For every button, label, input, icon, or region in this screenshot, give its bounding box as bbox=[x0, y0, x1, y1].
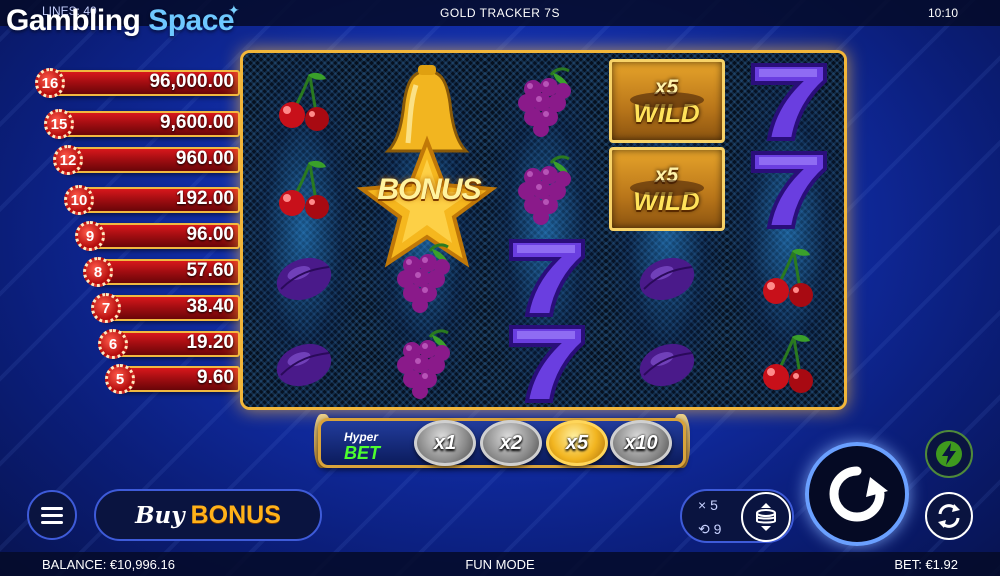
paytable-count-chip: 9 bbox=[75, 221, 105, 251]
paytable-row: 10 192.00 bbox=[64, 185, 240, 215]
bet-settings-button[interactable] bbox=[741, 492, 791, 542]
cherry-symbol bbox=[243, 145, 364, 233]
paytable-amount: 96.00 bbox=[186, 224, 234, 245]
paytable-row: 7 38.40 bbox=[91, 293, 240, 323]
clock: 10:10 bbox=[927, 6, 958, 20]
bonus-label: BONUS bbox=[377, 173, 481, 206]
seven-symbol bbox=[727, 145, 844, 233]
turbo-button[interactable] bbox=[925, 430, 973, 478]
hyper-bet-logo-line1: Hyper bbox=[344, 430, 379, 444]
plum-symbol bbox=[243, 233, 364, 321]
paytable-row: 15 9,600.00 bbox=[44, 109, 240, 139]
brand-name-part2: Space bbox=[148, 4, 235, 37]
hyper-bet-x10-button[interactable]: x10 bbox=[610, 420, 672, 466]
buy-bonus-button[interactable]: Buy BONUS bbox=[94, 489, 322, 541]
spin-icon bbox=[829, 466, 888, 522]
coin-value: 9 bbox=[713, 521, 722, 537]
grapes-symbol bbox=[485, 57, 606, 145]
coin-stack-icon bbox=[756, 503, 776, 531]
paytable-count-chip: 15 bbox=[44, 109, 74, 139]
paytable-count-chip: 6 bbox=[98, 329, 128, 359]
paytable-row: 9 96.00 bbox=[75, 221, 240, 251]
bonus-label: BONUS bbox=[190, 500, 281, 529]
paytable-row: 6 19.20 bbox=[98, 329, 240, 359]
cherry-symbol bbox=[727, 233, 844, 321]
paytable-count-chip: 5 bbox=[105, 364, 135, 394]
brand-name-part1: Gambling bbox=[6, 4, 141, 37]
paytable-amount: 9.60 bbox=[197, 367, 234, 388]
sparkle-icon: ✦ bbox=[228, 2, 240, 18]
mode-readout: FUN MODE bbox=[465, 557, 535, 572]
coin-readout: ⟲ 9 bbox=[698, 521, 722, 537]
seven-symbol bbox=[485, 233, 606, 321]
paytable-count-chip: 16 bbox=[35, 68, 65, 98]
paytable-row: 16 96,000.00 bbox=[35, 68, 240, 98]
paytable-count-chip: 8 bbox=[83, 257, 113, 287]
paytable-row: 8 57.60 bbox=[83, 257, 240, 287]
paytable-amount: 38.40 bbox=[186, 296, 234, 317]
hyper-bet-logo: Hyper BET bbox=[344, 430, 414, 463]
cherry-symbol bbox=[727, 319, 844, 407]
paytable-amount: 960.00 bbox=[175, 148, 234, 169]
menu-icon bbox=[41, 506, 63, 510]
wild-tile: x5 WILD bbox=[608, 59, 725, 143]
hyper-bet-x5-button[interactable]: x5 bbox=[546, 420, 608, 466]
autoplay-button[interactable] bbox=[925, 492, 973, 540]
reel-area: BONUS x5 WILD x5 WILD bbox=[240, 50, 847, 410]
paytable-amount: 9,600.00 bbox=[160, 112, 234, 133]
seven-symbol bbox=[485, 319, 606, 407]
lightning-icon bbox=[936, 441, 962, 467]
paytable-count-chip: 12 bbox=[53, 145, 83, 175]
autoplay-icon bbox=[938, 504, 960, 528]
wild-symbol: x5 WILD bbox=[606, 57, 727, 145]
wild-symbol: x5 WILD bbox=[606, 145, 727, 233]
paytable-amount: 192.00 bbox=[175, 188, 234, 209]
buy-label: Buy bbox=[135, 501, 185, 529]
paytable-row: 5 9.60 bbox=[105, 364, 240, 394]
mask-icon bbox=[629, 92, 704, 108]
multiplier-readout: × 5 bbox=[698, 497, 718, 513]
paytable-row: 12 960.00 bbox=[53, 145, 240, 175]
paytable-count-chip: 10 bbox=[64, 185, 94, 215]
hyper-bet-logo-line2: BET bbox=[344, 443, 380, 463]
paytable-amount: 96,000.00 bbox=[149, 71, 234, 92]
paytable-amount: 19.20 bbox=[186, 332, 234, 353]
hyper-bet-panel: Hyper BET x1 x2 x5 x10 bbox=[314, 410, 690, 472]
cherry-symbol bbox=[243, 57, 364, 145]
paytable-amount: 57.60 bbox=[186, 260, 234, 281]
hyper-bet-x1-button[interactable]: x1 bbox=[414, 420, 476, 466]
seven-symbol bbox=[727, 57, 844, 145]
paytable-count-chip: 7 bbox=[91, 293, 121, 323]
hyper-bet-x2-button[interactable]: x2 bbox=[480, 420, 542, 466]
brand-logo: Gambling Space bbox=[6, 4, 235, 38]
plum-symbol bbox=[243, 319, 364, 407]
grapes-symbol bbox=[485, 145, 606, 233]
spin-button[interactable] bbox=[805, 442, 909, 546]
wild-tile: x5 WILD bbox=[608, 147, 725, 231]
mask-icon bbox=[629, 180, 704, 196]
grapes-symbol bbox=[364, 319, 485, 407]
bottom-bar: BALANCE: €10,996.16 FUN MODE BET: €1.92 bbox=[0, 552, 1000, 576]
plum-symbol bbox=[606, 319, 727, 407]
plum-symbol bbox=[606, 233, 727, 321]
menu-button[interactable] bbox=[27, 490, 77, 540]
grapes-symbol bbox=[364, 233, 485, 321]
bet-readout: BET: €1.92 bbox=[894, 557, 958, 572]
